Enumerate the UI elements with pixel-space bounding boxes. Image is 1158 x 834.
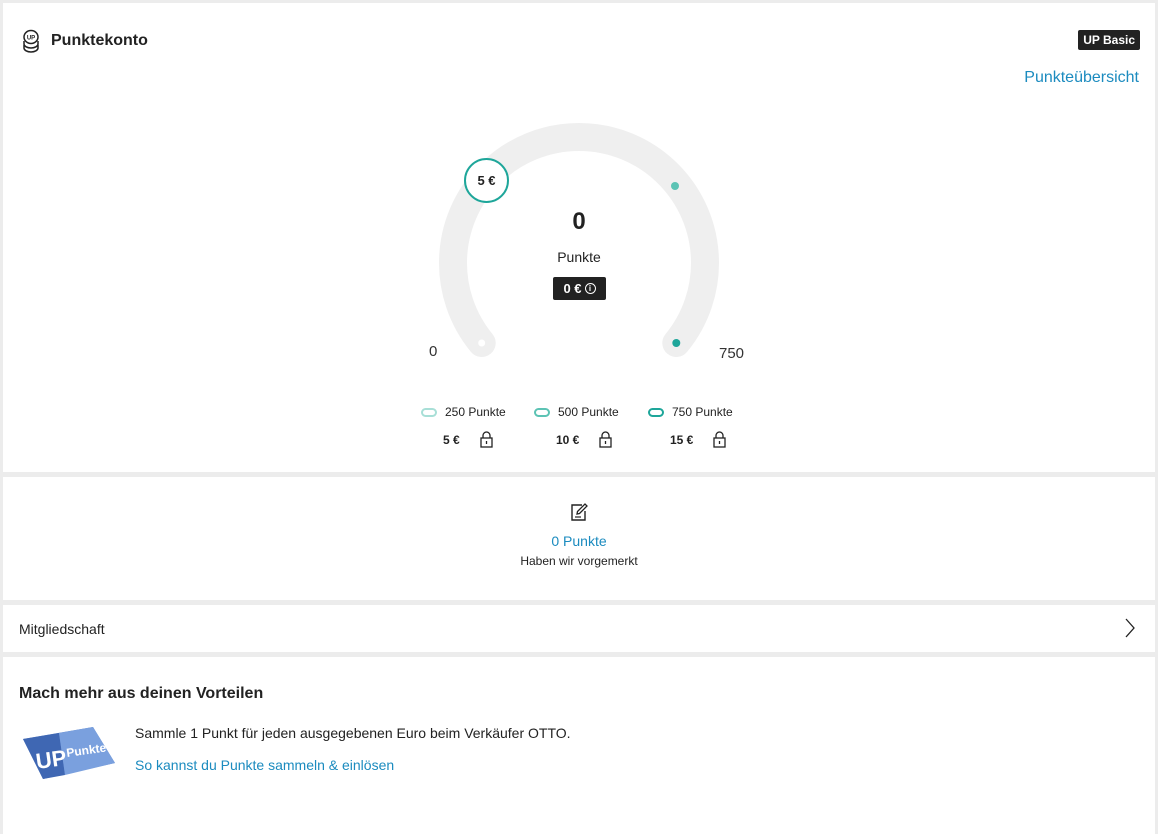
pending-points-subtitle: Haben wir vorgemerkt [520, 554, 638, 568]
milestone-bubble: 5 € [464, 158, 509, 203]
tier-points: 750 Punkte [672, 405, 733, 419]
gauge-tier-dot-500 [671, 182, 679, 190]
gauge-start-dot [478, 339, 486, 347]
gauge-min-label: 0 [429, 343, 438, 360]
info-icon[interactable]: i [584, 283, 596, 294]
lock-icon [480, 431, 493, 448]
tier-points: 250 Punkte [445, 405, 506, 419]
tier-750: 750 Punkte 15 € [648, 405, 768, 448]
points-value: 0 [572, 208, 586, 235]
gauge-max-label: 750 [719, 345, 745, 362]
pending-points-value[interactable]: 0 Punkte [3, 533, 1155, 549]
tier-pill-icon [648, 407, 664, 417]
tier-pill-icon [421, 407, 437, 417]
euro-value: 0 € [563, 281, 582, 296]
membership-label: Mitgliedschaft [19, 621, 105, 637]
lock-icon [713, 431, 727, 448]
euro-value-pill[interactable]: 0 € i [553, 277, 606, 300]
svg-text:UP: UP [34, 745, 68, 774]
membership-row[interactable]: Mitgliedschaft [3, 605, 1155, 652]
benefits-card: Mach mehr aus deinen Vorteilen UP Punkte… [3, 657, 1155, 834]
up-punkte-logo: UP Punkte [23, 727, 115, 779]
points-gauge [439, 123, 719, 357]
collect-redeem-link[interactable]: So kannst du Punkte sammeln & einlösen [135, 757, 394, 773]
tier-points: 500 Punkte [558, 405, 619, 419]
points-label: Punkte [557, 249, 601, 265]
tier-500: 500 Punkte 10 € [534, 405, 654, 448]
milestone-value: 5 € [477, 173, 496, 188]
tier-pill-icon [534, 407, 550, 417]
benefits-text: Sammle 1 Punkt für jeden ausgegebenen Eu… [135, 725, 571, 741]
tier-reward: 5 € [443, 432, 460, 447]
benefits-title: Mach mehr aus deinen Vorteilen [19, 685, 264, 702]
chevron-right-icon [1125, 618, 1135, 638]
tier-reward: 15 € [670, 432, 694, 447]
tier-reward: 10 € [556, 432, 580, 447]
gauge-tier-dot-750 [672, 339, 681, 347]
pending-points-card: 0 Punkte Haben wir vorgemerkt [3, 477, 1155, 600]
points-account-card: UP Punktekonto UP Basic Punkteübersicht … [3, 3, 1155, 472]
lock-icon [599, 431, 613, 448]
tier-250: 250 Punkte 5 € [421, 405, 541, 448]
edit-note-icon [571, 503, 588, 521]
